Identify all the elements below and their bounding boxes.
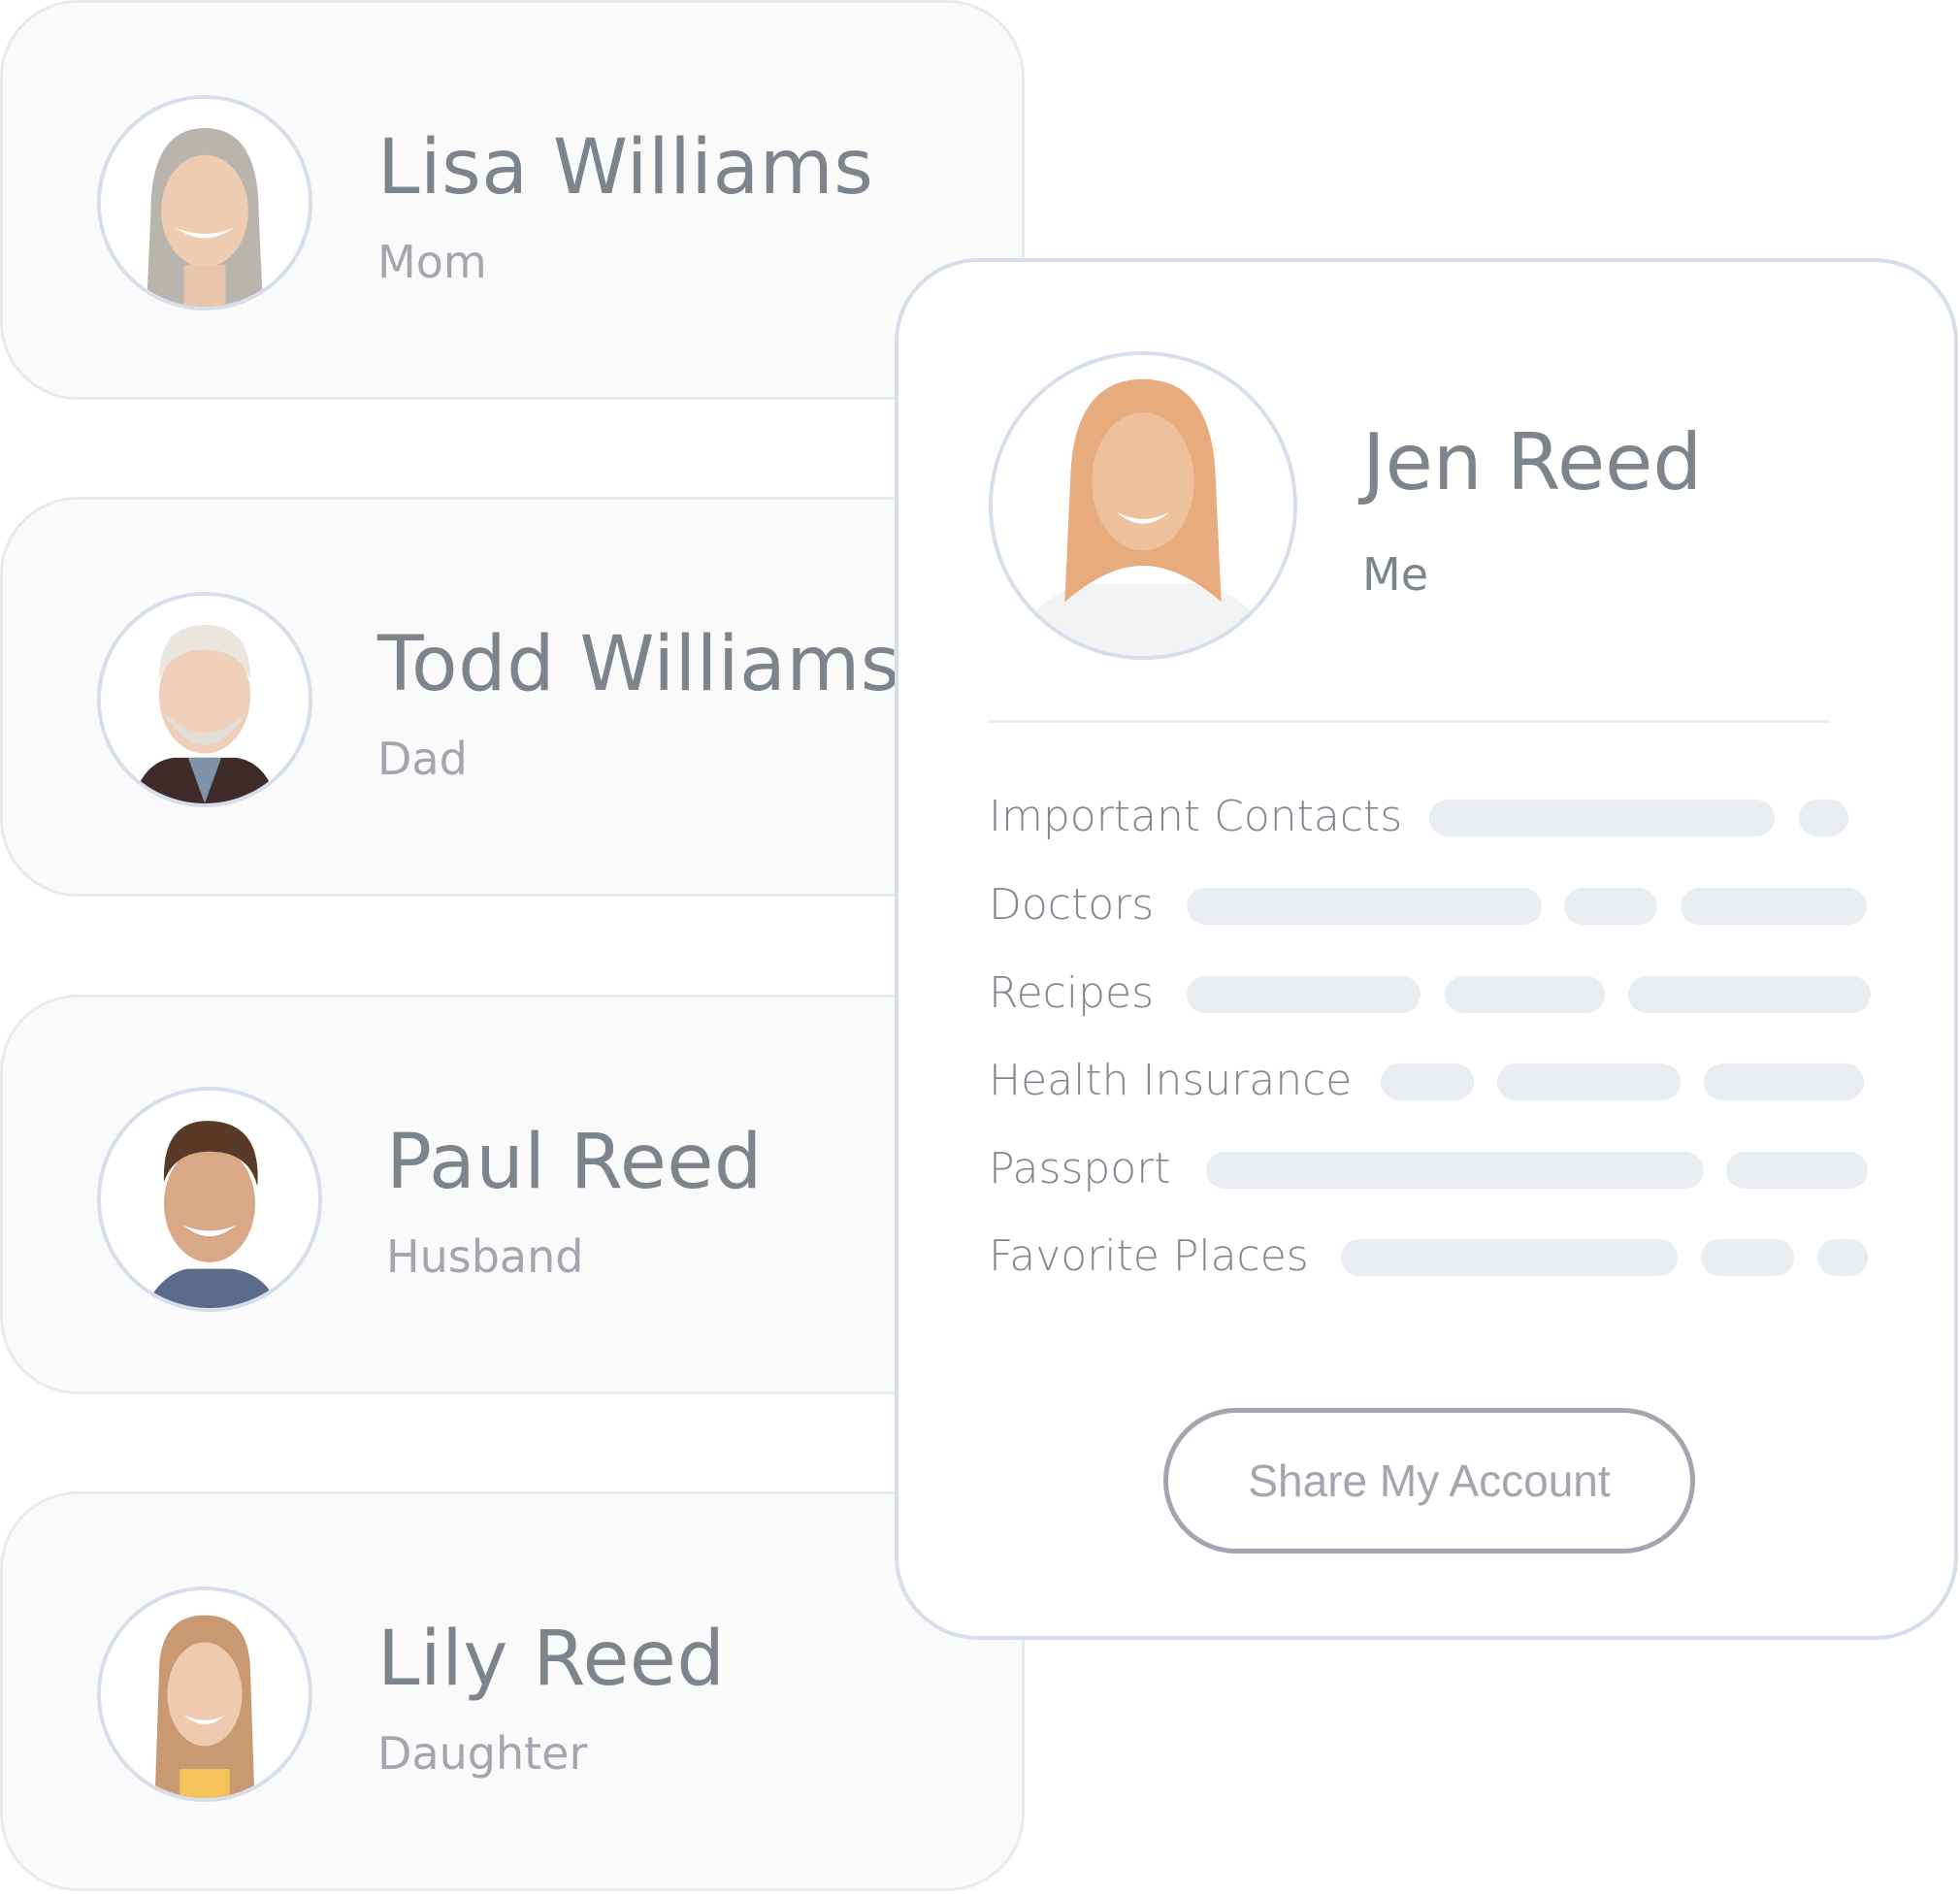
placeholder-bar	[1381, 1063, 1474, 1100]
member-relation: Mom	[377, 236, 487, 288]
placeholder-bar	[1817, 1239, 1868, 1276]
avatar-photo-icon	[101, 99, 309, 307]
member-name: Lily Reed	[377, 1616, 726, 1703]
avatar	[97, 592, 312, 807]
placeholder-bar	[1704, 1063, 1864, 1100]
avatar	[97, 1087, 322, 1312]
avatar	[97, 1586, 312, 1802]
member-relation: Dad	[377, 733, 468, 785]
document-row-health-insurance[interactable]: Health Insurance	[989, 1056, 1352, 1105]
share-my-account-button[interactable]: Share My Account	[1163, 1408, 1695, 1554]
document-label: Health Insurance	[989, 1055, 1353, 1105]
member-relation: Daughter	[377, 1727, 588, 1780]
placeholder-bar	[1701, 1239, 1794, 1276]
profile-avatar	[989, 351, 1297, 660]
placeholder-bar	[1341, 1239, 1678, 1276]
placeholder-bar	[1628, 976, 1871, 1013]
member-name: Lisa Williams	[377, 124, 874, 212]
placeholder-bar	[1681, 888, 1867, 925]
family-member-card[interactable]: Todd Williams Dad	[0, 497, 1025, 897]
avatar-photo-icon	[993, 355, 1293, 656]
placeholder-bar	[1564, 888, 1657, 925]
profile-name: Jen Reed	[1362, 417, 1703, 507]
placeholder-bar	[1726, 1152, 1868, 1189]
document-row-passport[interactable]: Passport	[989, 1144, 1171, 1194]
document-row-recipes[interactable]: Recipes	[989, 968, 1154, 1018]
avatar-photo-icon	[101, 1590, 309, 1798]
document-label: Recipes	[989, 967, 1155, 1018]
placeholder-bar	[1445, 976, 1605, 1013]
document-label: Important Contacts	[989, 791, 1403, 841]
family-member-card[interactable]: Lisa Williams Mom	[0, 0, 1025, 400]
avatar-photo-icon	[101, 1091, 318, 1308]
placeholder-bar	[1799, 800, 1848, 836]
document-row-favorite-places[interactable]: Favorite Places	[989, 1231, 1309, 1281]
profile-relation: Me	[1362, 548, 1428, 601]
divider	[989, 720, 1829, 723]
document-label: Passport	[989, 1143, 1171, 1194]
document-label: Favorite Places	[989, 1230, 1309, 1281]
member-name: Todd Williams	[377, 621, 900, 708]
avatar	[97, 95, 312, 311]
document-label: Doctors	[989, 879, 1155, 930]
member-name: Paul Reed	[386, 1119, 763, 1206]
placeholder-bar	[1187, 976, 1421, 1013]
family-member-card[interactable]: Paul Reed Husband	[0, 995, 1025, 1394]
document-row-important-contacts[interactable]: Important Contacts	[989, 792, 1402, 841]
member-relation: Husband	[386, 1230, 584, 1283]
document-row-doctors[interactable]: Doctors	[989, 880, 1154, 930]
placeholder-bar	[1429, 800, 1775, 836]
avatar-photo-icon	[101, 596, 309, 803]
profile-card: Jen Reed Me Important Contacts Doctors R…	[895, 258, 1958, 1640]
placeholder-bar	[1187, 888, 1542, 925]
placeholder-bar	[1497, 1063, 1681, 1100]
family-member-card[interactable]: Lily Reed Daughter	[0, 1491, 1025, 1891]
placeholder-bar	[1206, 1152, 1704, 1189]
